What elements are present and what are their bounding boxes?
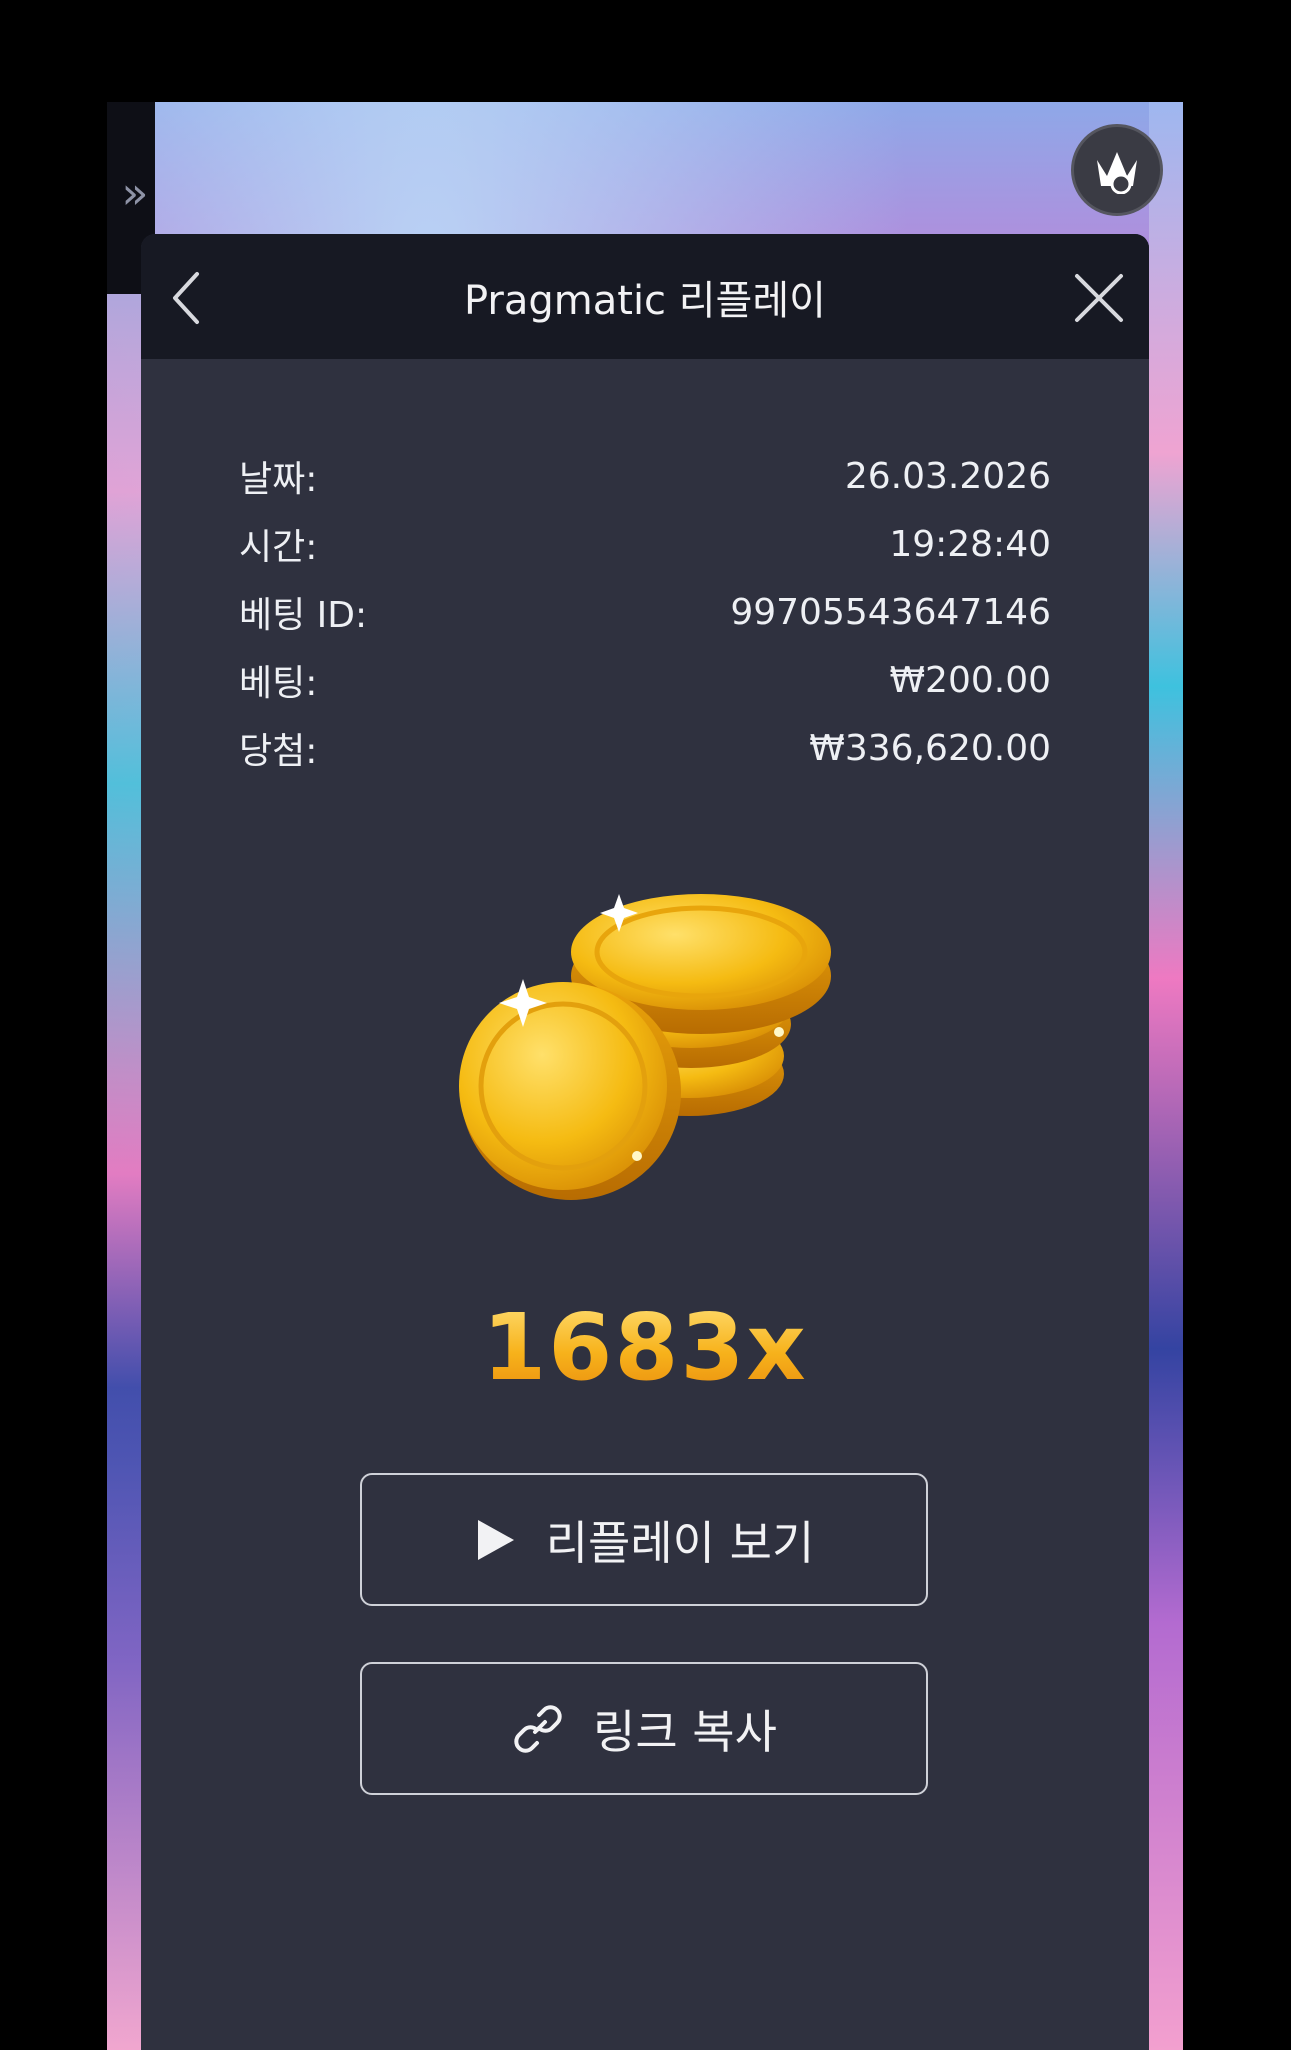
bet-details: 날짜: 26.03.2026 시간: 19:28:40 베팅 ID: 99705… — [239, 442, 1051, 782]
gold-coins-icon — [459, 894, 831, 1200]
link-icon — [514, 1704, 562, 1753]
date-value: 26.03.2026 — [844, 455, 1051, 497]
play-icon — [477, 1519, 514, 1560]
win-label: 당첨: — [239, 731, 318, 772]
bet-label: 베팅: — [239, 663, 318, 704]
detail-row-win: 당첨: ₩336,620.00 — [239, 714, 1051, 782]
detail-row-bet: 베팅: ₩200.00 — [239, 646, 1051, 714]
close-icon[interactable] — [1071, 270, 1127, 326]
double-chevron-right-icon: » — [121, 167, 149, 219]
crown-button[interactable] — [1071, 124, 1163, 216]
bet-id-value: 99705543647146 — [730, 591, 1051, 633]
crown-icon — [1097, 152, 1137, 194]
view-replay-button[interactable]: 리플레이 보기 — [360, 1473, 928, 1606]
date-label: 날짜: — [239, 459, 318, 500]
modal-header: Pragmatic 리플레이 — [141, 234, 1149, 359]
win-multiplier: 1683x — [141, 1294, 1149, 1401]
modal-title: Pragmatic 리플레이 — [464, 277, 826, 324]
detail-row-bet-id: 베팅 ID: 99705543647146 — [239, 578, 1051, 646]
replay-modal: Pragmatic 리플레이 날짜: 26.03.2026 시간: 19:28:… — [141, 234, 1149, 2050]
game-background-right-edge — [1149, 102, 1183, 2050]
view-replay-label: 리플레이 보기 — [545, 1515, 815, 1570]
detail-row-date: 날짜: 26.03.2026 — [239, 442, 1051, 510]
time-label: 시간: — [239, 527, 318, 568]
detail-row-time: 시간: 19:28:40 — [239, 510, 1051, 578]
copy-link-label: 링크 복사 — [593, 1704, 777, 1759]
bet-value: ₩200.00 — [889, 659, 1051, 701]
win-value: ₩336,620.00 — [809, 727, 1051, 769]
chevron-left-icon[interactable] — [163, 268, 211, 328]
bet-id-label: 베팅 ID: — [239, 595, 368, 636]
time-value: 19:28:40 — [889, 523, 1051, 565]
copy-link-button[interactable]: 링크 복사 — [360, 1662, 928, 1795]
